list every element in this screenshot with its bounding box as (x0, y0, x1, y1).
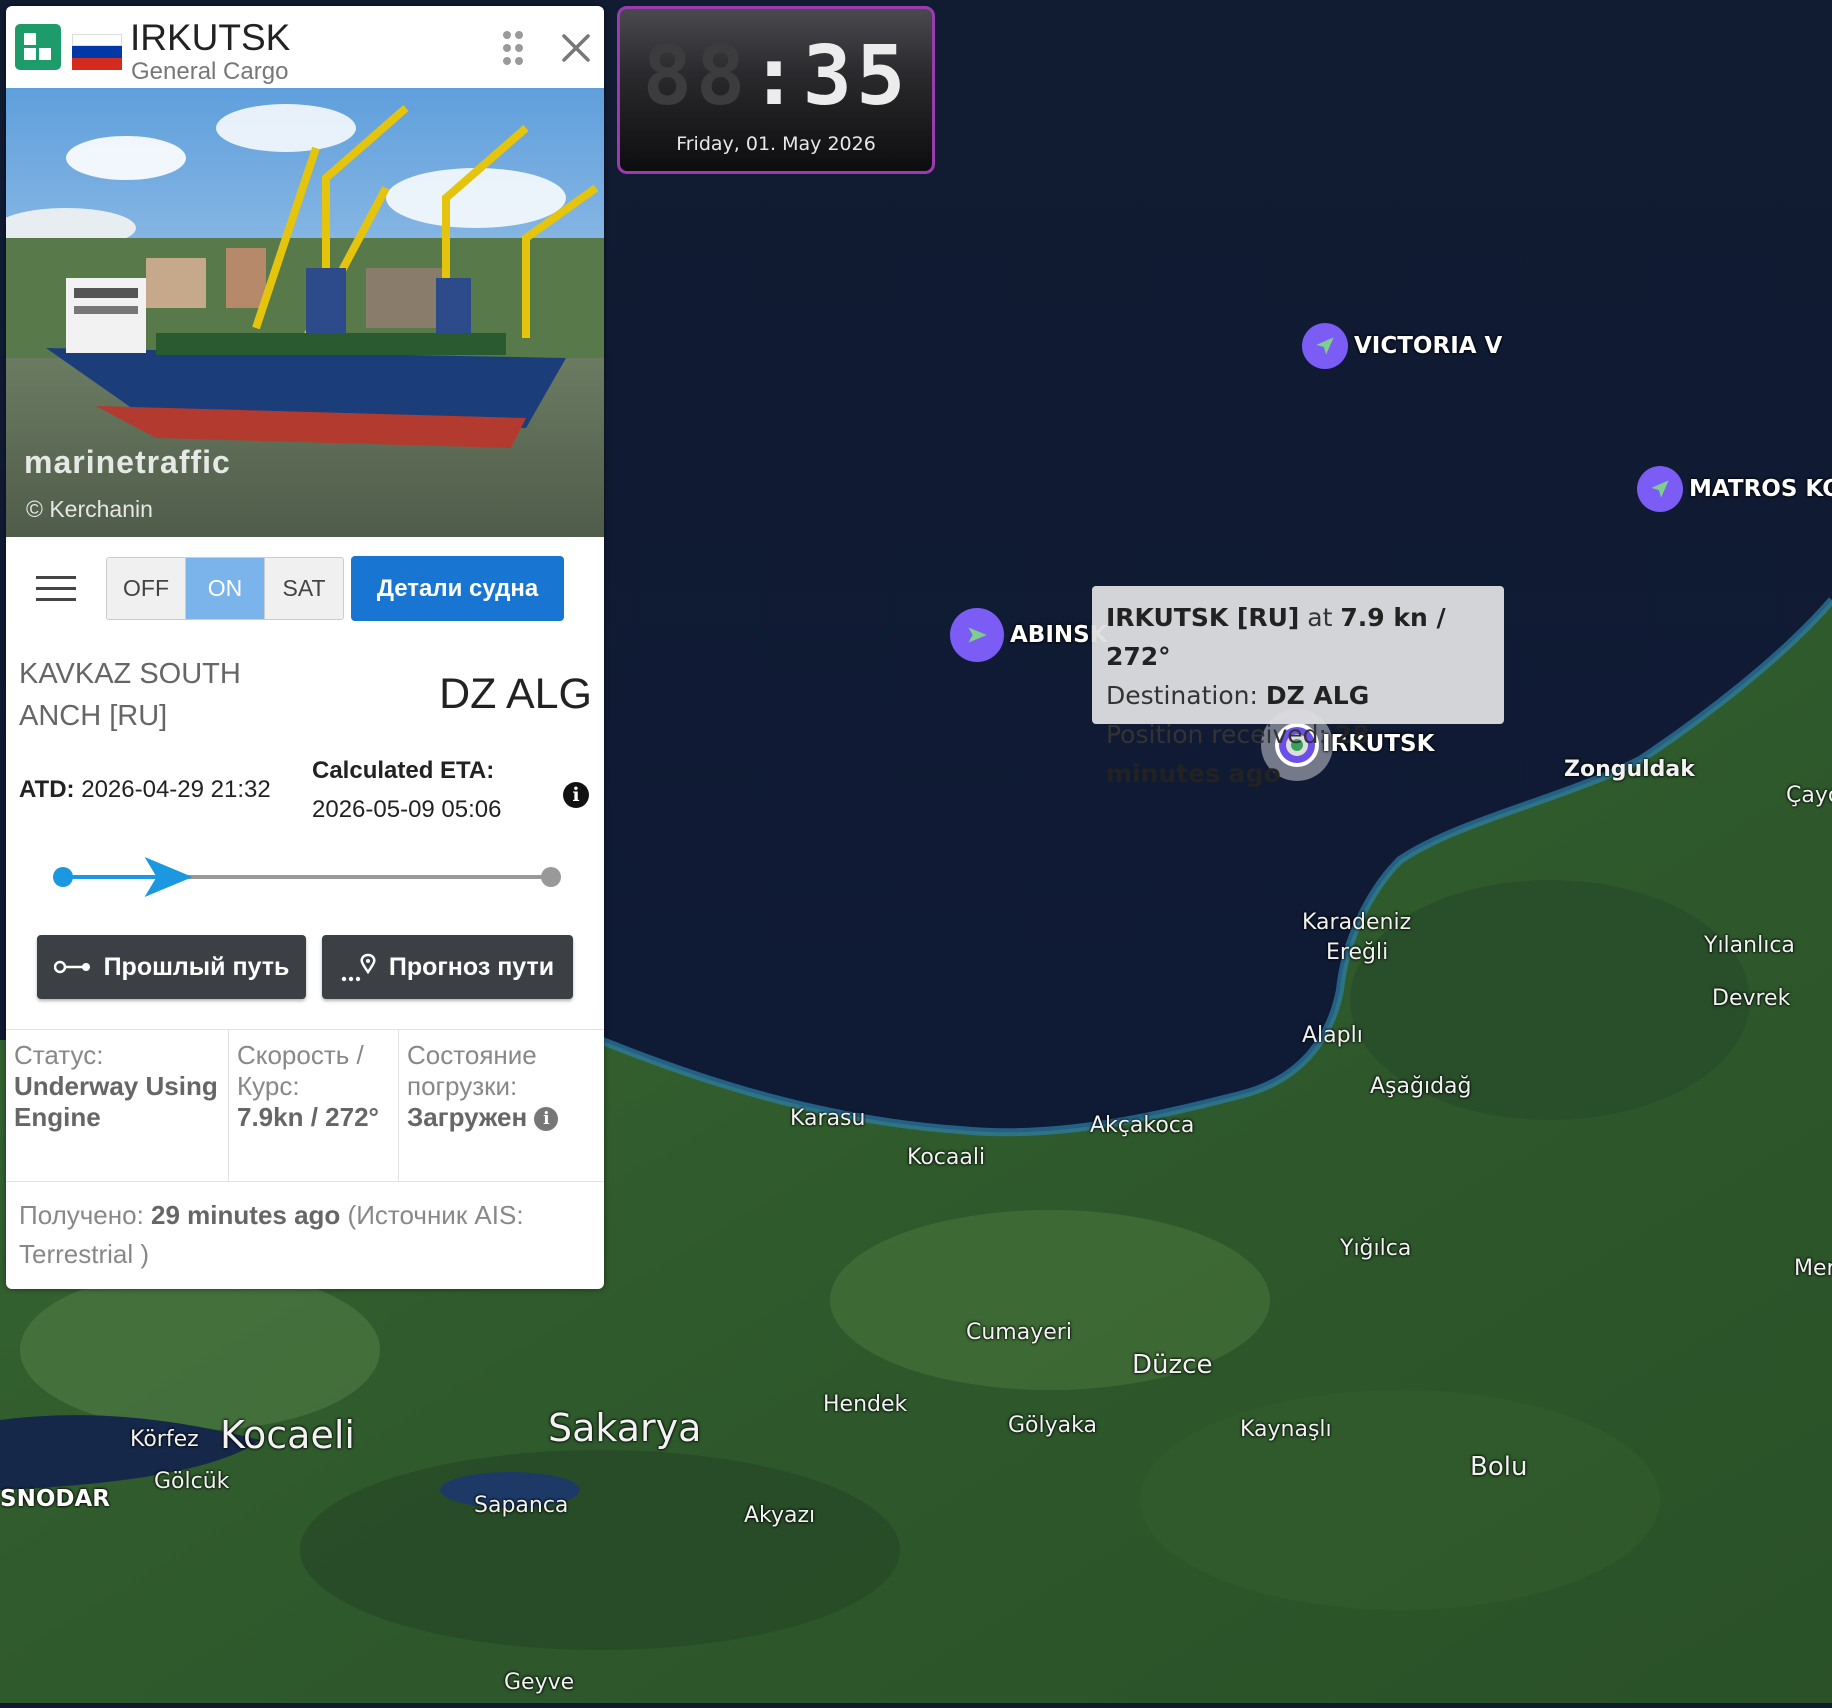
menu-icon[interactable] (36, 576, 76, 606)
tooltip-position-label: Position received: (1106, 720, 1327, 749)
status-cell: Статус: Underway Using Engine (6, 1030, 229, 1181)
place-sakarya: Sakarya (548, 1406, 702, 1450)
place-mer: Mer (1794, 1256, 1832, 1281)
vessel-arrow-icon (1637, 466, 1683, 512)
load-cell: Состояние погрузки: Загружен i (399, 1030, 604, 1181)
close-icon[interactable] (558, 30, 594, 66)
eta-value: 2026-05-09 05:06 (312, 796, 502, 823)
info-icon[interactable]: i (563, 782, 589, 808)
route-pin-icon (341, 953, 376, 982)
vessel-tooltip: IRKUTSK [RU] at 7.9 kn / 272° Destinatio… (1092, 586, 1504, 788)
place-eregli: Ereğli (1326, 940, 1389, 965)
eta-label: Calculated ETA: (312, 757, 495, 784)
photo-watermark: marinetraffic (24, 444, 231, 480)
atd: ATD: 2026-04-29 21:32 (19, 776, 271, 803)
drag-handle-icon[interactable] (502, 30, 524, 66)
vessel-photo[interactable]: marinetraffic © Kerchanin (6, 88, 604, 537)
vessel-label-snodar: SNODAR (0, 1486, 110, 1512)
digital-clock: 88:35 Friday, 01. May 2026 (617, 6, 935, 174)
vessel-name: IRKUTSK (130, 17, 291, 58)
info-icon[interactable]: i (534, 1107, 559, 1132)
place-golyaka: Gölyaka (1008, 1413, 1097, 1438)
place-yilanlica: Yılanlıca (1704, 933, 1795, 958)
clock-time: 88:35 (642, 29, 910, 124)
place-golcuk: Gölcük (154, 1469, 230, 1494)
place-cayc: Çayc (1786, 783, 1832, 808)
app-icon (15, 24, 61, 70)
place-asagidag: Aşağıdağ (1370, 1074, 1472, 1099)
origin-port[interactable]: KAVKAZ SOUTH ANCH [RU] (19, 653, 319, 737)
load-value: Загружен i (407, 1102, 596, 1133)
photo-credit: © Kerchanin (26, 496, 153, 522)
received-value: 29 minutes ago (151, 1200, 341, 1230)
place-hendek: Hendek (823, 1392, 908, 1417)
place-karasu: Karasu (790, 1106, 866, 1131)
past-track-button[interactable]: Прошлый путь (37, 935, 306, 999)
track-icon (53, 960, 90, 974)
vessel-marker-victoria-v[interactable]: VICTORIA V (1302, 323, 1502, 369)
toggle-sat[interactable]: SAT (265, 558, 343, 619)
speed-cell: Скорость / Курс: 7.9kn / 272° (229, 1030, 399, 1181)
destination-port[interactable]: DZ ALG (439, 670, 592, 719)
vessel-type: General Cargo (131, 58, 289, 85)
tooltip-vessel: IRKUTSK [RU] (1106, 603, 1300, 632)
place-geyve: Geyve (504, 1670, 575, 1695)
tooltip-at: at (1307, 603, 1333, 632)
place-devrek: Devrek (1712, 986, 1791, 1011)
toggle-on[interactable]: ON (186, 558, 265, 619)
place-sapanca: Sapanca (474, 1493, 569, 1518)
place-akcakoca: Akçakoca (1090, 1113, 1195, 1138)
clock-date: Friday, 01. May 2026 (676, 133, 876, 155)
speed-value: 7.9kn / 272° (237, 1102, 379, 1132)
vessel-arrow-icon (950, 608, 1004, 662)
place-zonguldak: Zonguldak (1564, 757, 1695, 782)
status-value: Underway Using Engine (14, 1071, 218, 1132)
place-kocaeli: Kocaeli (220, 1413, 355, 1457)
place-karadeniz: Karadeniz (1302, 910, 1412, 935)
place-cumayeri: Cumayeri (966, 1320, 1072, 1345)
vessel-label: VICTORIA V (1354, 333, 1503, 359)
vessel-details-button[interactable]: Детали судна (351, 556, 564, 621)
place-korfez: Körfez (130, 1427, 199, 1452)
toggle-off[interactable]: OFF (107, 558, 186, 619)
place-akyazi: Akyazı (744, 1503, 816, 1528)
vessel-info-panel: IRKUTSK General Cargo marinetraffic © Ke… (6, 6, 604, 1289)
place-kocaali: Kocaali (907, 1145, 986, 1170)
atd-value: 2026-04-29 21:32 (81, 776, 271, 803)
russia-flag-icon (72, 34, 122, 70)
panel-header: IRKUTSK General Cargo (6, 6, 604, 88)
route-forecast-button[interactable]: Прогноз пути (322, 935, 573, 999)
tooltip-destination-value: DZ ALG (1265, 681, 1370, 710)
voyage-progress-bar (53, 857, 561, 897)
place-duzce: Düzce (1132, 1350, 1213, 1380)
ais-toggle-group: OFF ON SAT (106, 557, 344, 620)
vessel-stats: Статус: Underway Using Engine Скорость /… (6, 1029, 604, 1182)
place-yigilca: Yığılca (1340, 1236, 1412, 1261)
vessel-marker-abinsk[interactable]: ABINSK (950, 608, 1108, 662)
received-info: Получено: 29 minutes ago (Источник AIS: … (19, 1200, 524, 1269)
tooltip-destination-label: Destination: (1106, 681, 1258, 710)
vessel-marker-matros-kos[interactable]: MATROS KOS (1637, 466, 1832, 512)
vessel-arrow-icon (1302, 323, 1348, 369)
place-alapli: Alaplı (1302, 1023, 1363, 1048)
place-kaynasli: Kaynaşlı (1240, 1417, 1332, 1442)
place-bolu: Bolu (1470, 1452, 1528, 1482)
vessel-label: MATROS KOS (1689, 476, 1832, 502)
